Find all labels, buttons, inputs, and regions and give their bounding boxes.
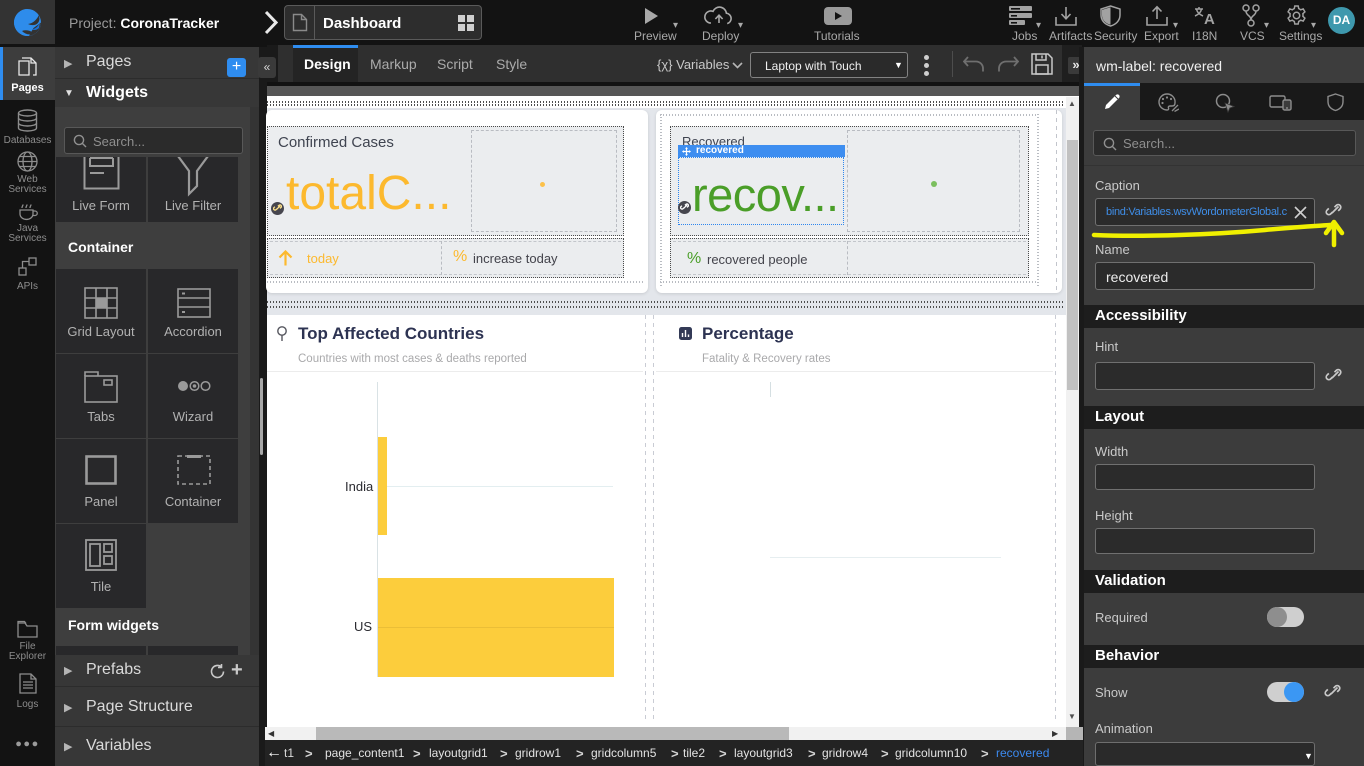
svg-text:A: A — [1204, 11, 1215, 26]
